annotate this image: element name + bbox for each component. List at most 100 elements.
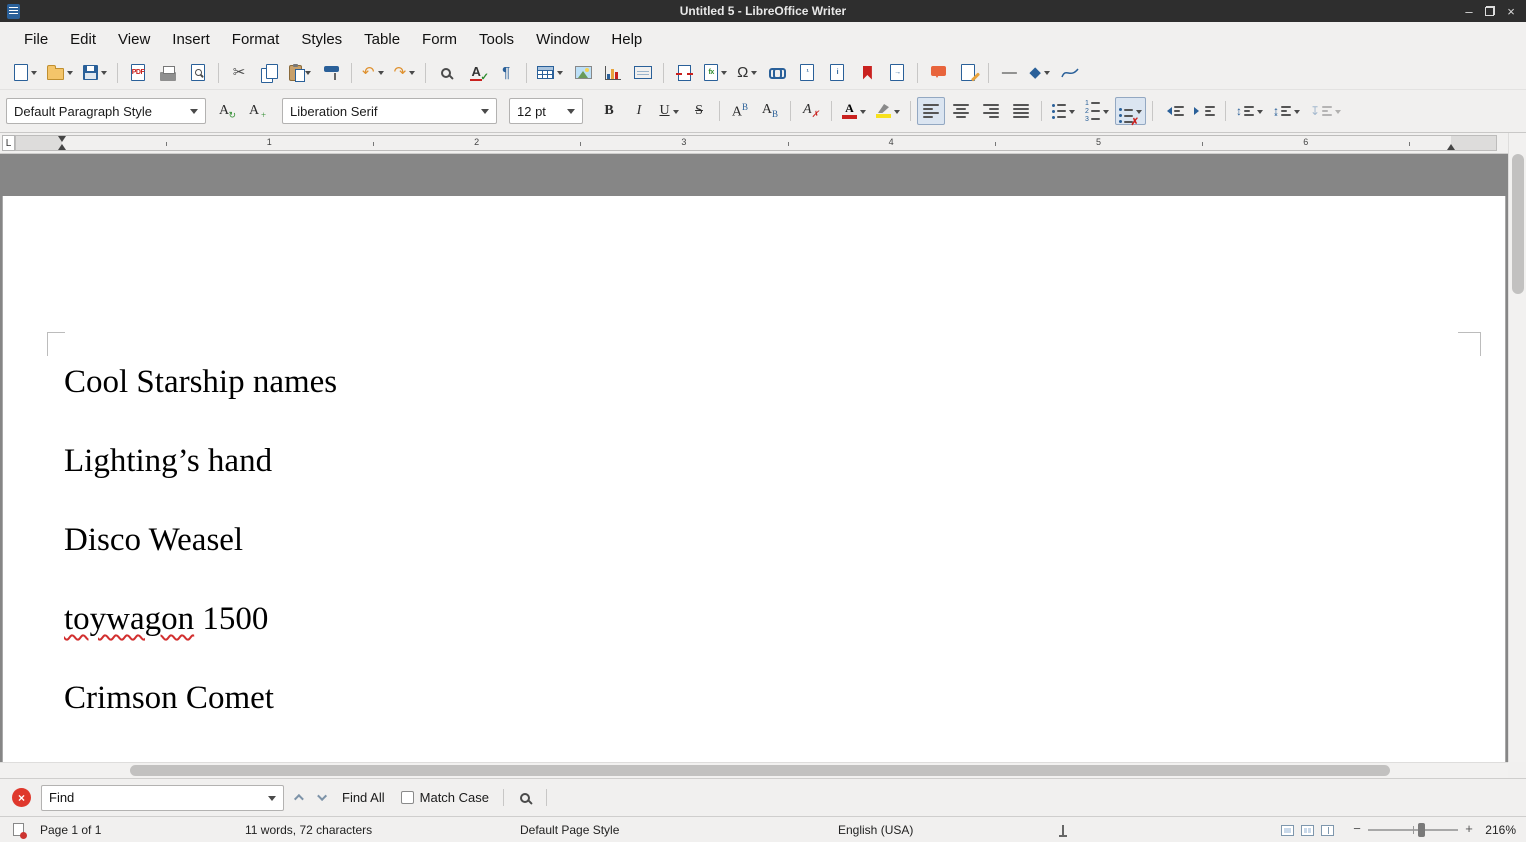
document-page[interactable]: Cool Starship names Lighting’s hand Disco … — [2, 196, 1506, 762]
insert-endnote-button[interactable]: i — [823, 59, 851, 87]
subscript-button[interactable]: AB — [756, 97, 784, 125]
find-previous-button[interactable] — [284, 787, 310, 809]
paste-button[interactable] — [285, 59, 315, 87]
dropdown-arrow-icon[interactable] — [721, 71, 727, 78]
clear-formatting-button[interactable]: A✗ — [797, 97, 825, 125]
left-indent-marker[interactable] — [58, 144, 66, 150]
menu-form[interactable]: Form — [411, 26, 468, 53]
dropdown-arrow-icon[interactable] — [894, 110, 900, 117]
dropdown-arrow-icon[interactable] — [31, 71, 37, 78]
open-file-button[interactable] — [43, 59, 77, 87]
line-spacing-button[interactable]: ↕ — [1232, 97, 1267, 125]
menu-insert[interactable]: Insert — [161, 26, 221, 53]
paragraph[interactable]: Cool Starship names — [64, 361, 1475, 404]
dropdown-arrow-icon[interactable] — [305, 71, 311, 78]
no-list-button[interactable]: ✗ — [1115, 97, 1146, 125]
paragraph-style-combobox[interactable]: Default Paragraph Style — [6, 98, 206, 124]
word-count[interactable]: 11 words, 72 characters — [245, 823, 372, 837]
close-find-bar-button[interactable]: × — [12, 788, 31, 807]
dropdown-arrow-icon[interactable] — [1103, 110, 1109, 117]
insert-footnote-button[interactable]: ¹ — [793, 59, 821, 87]
restore-button[interactable] — [1485, 6, 1495, 16]
insert-special-character-button[interactable]: Ω — [733, 59, 761, 87]
chevron-down-icon[interactable] — [481, 109, 489, 118]
menu-format[interactable]: Format — [221, 26, 291, 53]
text-flow[interactable]: Cool Starship names Lighting’s hand Disco … — [64, 361, 1475, 756]
font-size-combobox[interactable]: 12 pt — [509, 98, 583, 124]
dropdown-arrow-icon[interactable] — [673, 110, 679, 117]
ordered-list-button[interactable] — [1081, 97, 1113, 125]
right-indent-marker[interactable] — [1447, 144, 1455, 150]
dropdown-arrow-icon[interactable] — [1294, 110, 1300, 117]
paragraph[interactable]: Lighting’s hand — [64, 440, 1475, 483]
formatting-marks-button[interactable]: ¶ — [492, 59, 520, 87]
align-right-button[interactable] — [977, 97, 1005, 125]
menu-table[interactable]: Table — [353, 26, 411, 53]
unordered-list-button[interactable] — [1048, 97, 1079, 125]
horizontal-ruler[interactable]: L 123456 — [0, 133, 1508, 154]
spelling-button[interactable]: A✓ — [462, 59, 490, 87]
decrease-indent-button[interactable] — [1159, 97, 1188, 125]
dropdown-arrow-icon[interactable] — [860, 110, 866, 117]
menu-styles[interactable]: Styles — [290, 26, 353, 53]
dropdown-arrow-icon[interactable] — [557, 71, 563, 78]
undo-button[interactable]: ↶ — [358, 59, 388, 87]
tab-stop-selector[interactable]: L — [2, 135, 15, 151]
zoom-slider[interactable] — [1368, 829, 1458, 831]
font-color-button[interactable]: A — [838, 97, 870, 125]
first-line-indent-marker[interactable] — [58, 136, 66, 142]
align-justify-button[interactable] — [1007, 97, 1035, 125]
dropdown-arrow-icon[interactable] — [1257, 110, 1263, 117]
paragraph[interactable]: Disco Weasel — [64, 519, 1475, 562]
font-name-combobox[interactable]: Liberation Serif — [282, 98, 497, 124]
dropdown-arrow-icon[interactable] — [409, 71, 415, 78]
insert-hyperlink-button[interactable] — [763, 59, 791, 87]
menu-help[interactable]: Help — [600, 26, 653, 53]
insert-text-box-button[interactable] — [629, 59, 657, 87]
insert-image-button[interactable] — [569, 59, 597, 87]
menu-view[interactable]: View — [107, 26, 161, 53]
paragraph[interactable]: toywagon 1500 — [64, 598, 1475, 641]
chevron-down-icon[interactable] — [190, 109, 198, 118]
superscript-button[interactable]: AB — [726, 97, 754, 125]
insert-cross-reference-button[interactable]: → — [883, 59, 911, 87]
zoom-in-button[interactable]: + — [1462, 821, 1476, 837]
insert-bookmark-button[interactable] — [853, 59, 881, 87]
menu-window[interactable]: Window — [525, 26, 600, 53]
align-left-button[interactable] — [917, 97, 945, 125]
basic-shapes-button[interactable]: ◆ — [1025, 59, 1054, 87]
menu-file[interactable]: File — [13, 26, 59, 53]
find-and-replace-button[interactable] — [432, 59, 460, 87]
find-combobox[interactable] — [41, 785, 284, 811]
text-language[interactable]: English (USA) — [838, 823, 913, 837]
freeform-line-button[interactable] — [1056, 59, 1084, 87]
chevron-down-icon[interactable] — [567, 109, 575, 118]
zoom-slider-thumb[interactable] — [1418, 823, 1425, 837]
track-changes-button[interactable] — [954, 59, 982, 87]
open-find-replace-button[interactable] — [512, 787, 538, 809]
insert-comment-button[interactable] — [924, 59, 952, 87]
print-button[interactable] — [154, 59, 182, 87]
horizontal-scrollbar[interactable] — [0, 762, 1508, 778]
match-case-checkbox[interactable] — [401, 791, 414, 804]
chevron-down-icon[interactable] — [268, 796, 276, 805]
underline-button[interactable]: U — [655, 97, 683, 125]
find-input[interactable] — [49, 790, 264, 805]
dropdown-arrow-icon[interactable] — [378, 71, 384, 78]
multi-page-view-button[interactable] — [1301, 825, 1314, 836]
new-document-button[interactable] — [10, 59, 41, 87]
single-page-view-button[interactable] — [1281, 825, 1294, 836]
horizontal-scrollbar-thumb[interactable] — [130, 765, 1390, 776]
insert-field-button[interactable]: fx — [700, 59, 731, 87]
clone-formatting-button[interactable] — [317, 59, 345, 87]
page-style[interactable]: Default Page Style — [520, 823, 619, 837]
minimize-button[interactable]: – — [1462, 5, 1476, 18]
menu-edit[interactable]: Edit — [59, 26, 107, 53]
book-view-button[interactable] — [1321, 825, 1334, 836]
find-all-button[interactable]: Find All — [336, 786, 391, 809]
dropdown-arrow-icon[interactable] — [1335, 110, 1341, 117]
insert-horizontal-line-button[interactable]: — — [995, 59, 1023, 87]
highlight-color-button[interactable] — [872, 97, 904, 125]
insert-chart-button[interactable] — [599, 59, 627, 87]
copy-button[interactable] — [255, 59, 283, 87]
